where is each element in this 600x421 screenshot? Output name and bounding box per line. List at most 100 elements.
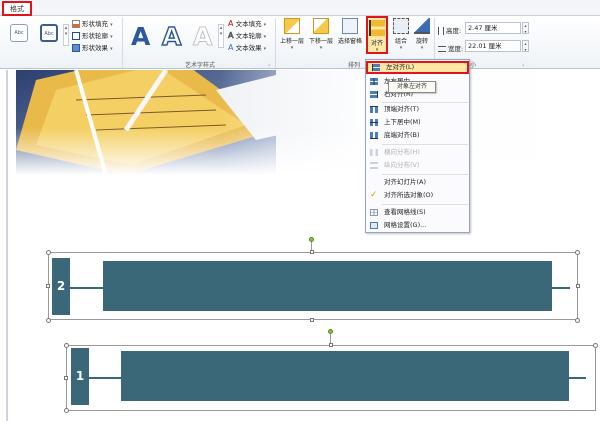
distribute-horizontal-icon [370, 149, 378, 156]
resize-handle[interactable] [593, 343, 598, 348]
resize-handle[interactable] [310, 250, 314, 254]
width-spinner[interactable]: ▴ ▾ [522, 40, 529, 52]
resize-handle[interactable] [64, 343, 69, 348]
shape-height-row: 高度: [438, 25, 461, 35]
wordart-style-outline-blue[interactable]: A [161, 21, 182, 52]
resize-handle[interactable] [310, 318, 314, 322]
slide-header-photo [16, 70, 600, 175]
menu-item-grid-settings[interactable]: 网格设置(G)... [366, 219, 469, 232]
wordart-style-fill-blue[interactable]: A [131, 22, 150, 51]
text-fill-label: 文本填充 [235, 20, 262, 28]
wordart-style-outline-gray[interactable]: A [192, 22, 212, 52]
text-fill-icon: A [228, 19, 234, 28]
shape-style-preset-2-label: Abc [44, 31, 54, 37]
chevron-down-icon: ▾ [420, 45, 424, 51]
shape-effects-button[interactable]: 形状效果 ▾ [72, 42, 113, 52]
selection-pane-button[interactable]: 选择窗格 [336, 18, 364, 45]
resize-handle[interactable] [46, 250, 51, 255]
menu-item-align-to-slide[interactable]: 对齐幻灯片(A) [366, 176, 469, 189]
align-center-icon [370, 78, 378, 85]
menu-item-label: 左对齐(L) [386, 63, 415, 71]
resize-handle[interactable] [329, 343, 333, 347]
height-value: 2.47 厘米 [468, 24, 498, 32]
grid-settings-icon [370, 222, 378, 229]
shape-2-number-badge: 2 [52, 258, 70, 315]
shape-height-input[interactable]: 2.47 厘米 [465, 22, 521, 34]
resize-handle[interactable] [64, 408, 69, 413]
chevron-down-icon: ▾ [263, 22, 267, 28]
slide-panel-border [6, 70, 8, 421]
text-fill-button[interactable]: A 文本填充 ▾ [228, 18, 266, 28]
menu-item-align-bottom[interactable]: 底端对齐(B) [366, 129, 469, 142]
menu-item-align-top[interactable]: 顶端对齐(T) [366, 103, 469, 116]
align-label: 对齐 [370, 40, 383, 47]
menu-item-view-gridlines[interactable]: 查看网格线(S) [366, 206, 469, 219]
height-spinner[interactable]: ▴ ▾ [522, 22, 529, 34]
align-top-icon [370, 106, 378, 113]
pencil-outline-icon [72, 32, 80, 40]
tab-format[interactable]: 格式 [2, 1, 32, 16]
wordart-gallery-scroll[interactable]: ▴ ▾ [218, 24, 224, 48]
shape-style-preset-1[interactable]: Abc [10, 24, 28, 42]
shape-style-gallery-scroll[interactable]: ▴ ▾ [63, 24, 69, 46]
chevron-down-icon: ▾ [110, 22, 113, 28]
menu-item-distribute-horizontally[interactable]: 横向分布(H) [366, 146, 469, 159]
text-outline-button[interactable]: A 文本轮廓 ▾ [228, 30, 267, 41]
gridlines-icon [370, 209, 378, 216]
shape-fill-button[interactable]: 形状填充 ▾ [72, 18, 113, 28]
dialog-launcher-icon[interactable]: ⌟ [268, 61, 270, 67]
group-divider [122, 18, 123, 68]
chevron-down-icon: ▾ [110, 46, 113, 52]
dialog-launcher-icon[interactable]: ⌟ [522, 61, 524, 67]
chevron-down-icon: ▾ [263, 34, 267, 40]
chevron-down-icon: ▾ [263, 46, 267, 52]
chevron-down-icon: ▾ [319, 45, 323, 51]
paint-bucket-icon [72, 20, 80, 28]
shape-width-input[interactable]: 22.01 厘米 [465, 40, 521, 52]
resize-handle[interactable] [575, 250, 580, 255]
menu-item-align-selected-objects[interactable]: ✓ 对齐所选对象(O) [366, 189, 469, 202]
ribbon-tab-strip: 格式 [0, 0, 600, 16]
align-button[interactable]: 对齐 ▾ [366, 16, 388, 54]
distribute-vertical-icon [370, 162, 378, 169]
menu-separator [382, 174, 468, 175]
resize-handle[interactable] [64, 376, 68, 380]
rotation-handle[interactable] [328, 329, 333, 334]
align-bottom-icon [370, 132, 378, 139]
bring-forward-button[interactable]: 上移一层 ▾ [278, 18, 306, 51]
selection-pane-icon [342, 18, 358, 34]
send-backward-button[interactable]: 下移一层 ▾ [307, 18, 335, 51]
rotation-handle[interactable] [309, 237, 314, 242]
height-label: 高度: [446, 27, 462, 35]
resize-handle[interactable] [46, 284, 50, 288]
align-dropdown-menu: 左对齐(L) 左右居中 右对齐(R) 对象左对齐 顶端对齐(T) 上下居中(M)… [365, 59, 470, 233]
text-effects-button[interactable]: A 文本效果 ▾ [228, 42, 266, 52]
group-button[interactable]: 组合 ▾ [390, 18, 412, 51]
chevron-down-icon: ▾ [375, 47, 379, 53]
align-right-icon [370, 91, 378, 98]
menu-item-align-middle[interactable]: 上下居中(M) [366, 116, 469, 129]
resize-handle[interactable] [575, 318, 580, 323]
width-value: 22.01 厘米 [468, 42, 502, 50]
bring-forward-icon [284, 18, 300, 34]
resize-handle[interactable] [46, 318, 51, 323]
rotate-button[interactable]: 旋转 ▾ [412, 18, 432, 51]
shape-effects-icon [72, 44, 80, 52]
menu-item-align-left[interactable]: 左对齐(L) [366, 61, 469, 74]
shape-2-bar[interactable] [103, 261, 552, 311]
menu-item-distribute-vertically[interactable]: 纵向分布(V) [366, 159, 469, 172]
text-effects-icon: A [228, 43, 234, 52]
wordart-group-label: 艺术字样式 [184, 62, 215, 69]
rotate-label: 旋转 [415, 38, 428, 45]
shape-style-preset-2[interactable]: Abc [40, 24, 58, 42]
shape-outline-button[interactable]: 形状轮廓 ▾ [72, 30, 113, 40]
width-label: 宽度: [448, 45, 464, 53]
tooltip-text: 对象左对齐 [396, 83, 427, 90]
resize-handle[interactable] [576, 284, 580, 288]
height-icon [438, 27, 444, 35]
group-label: 组合 [394, 38, 407, 45]
shape-1-bar[interactable] [121, 351, 569, 401]
menu-item-label: 对齐幻灯片(A) [384, 178, 427, 186]
shape-outline-label: 形状轮廓 [82, 32, 108, 40]
shape-1-number: 1 [75, 369, 85, 383]
